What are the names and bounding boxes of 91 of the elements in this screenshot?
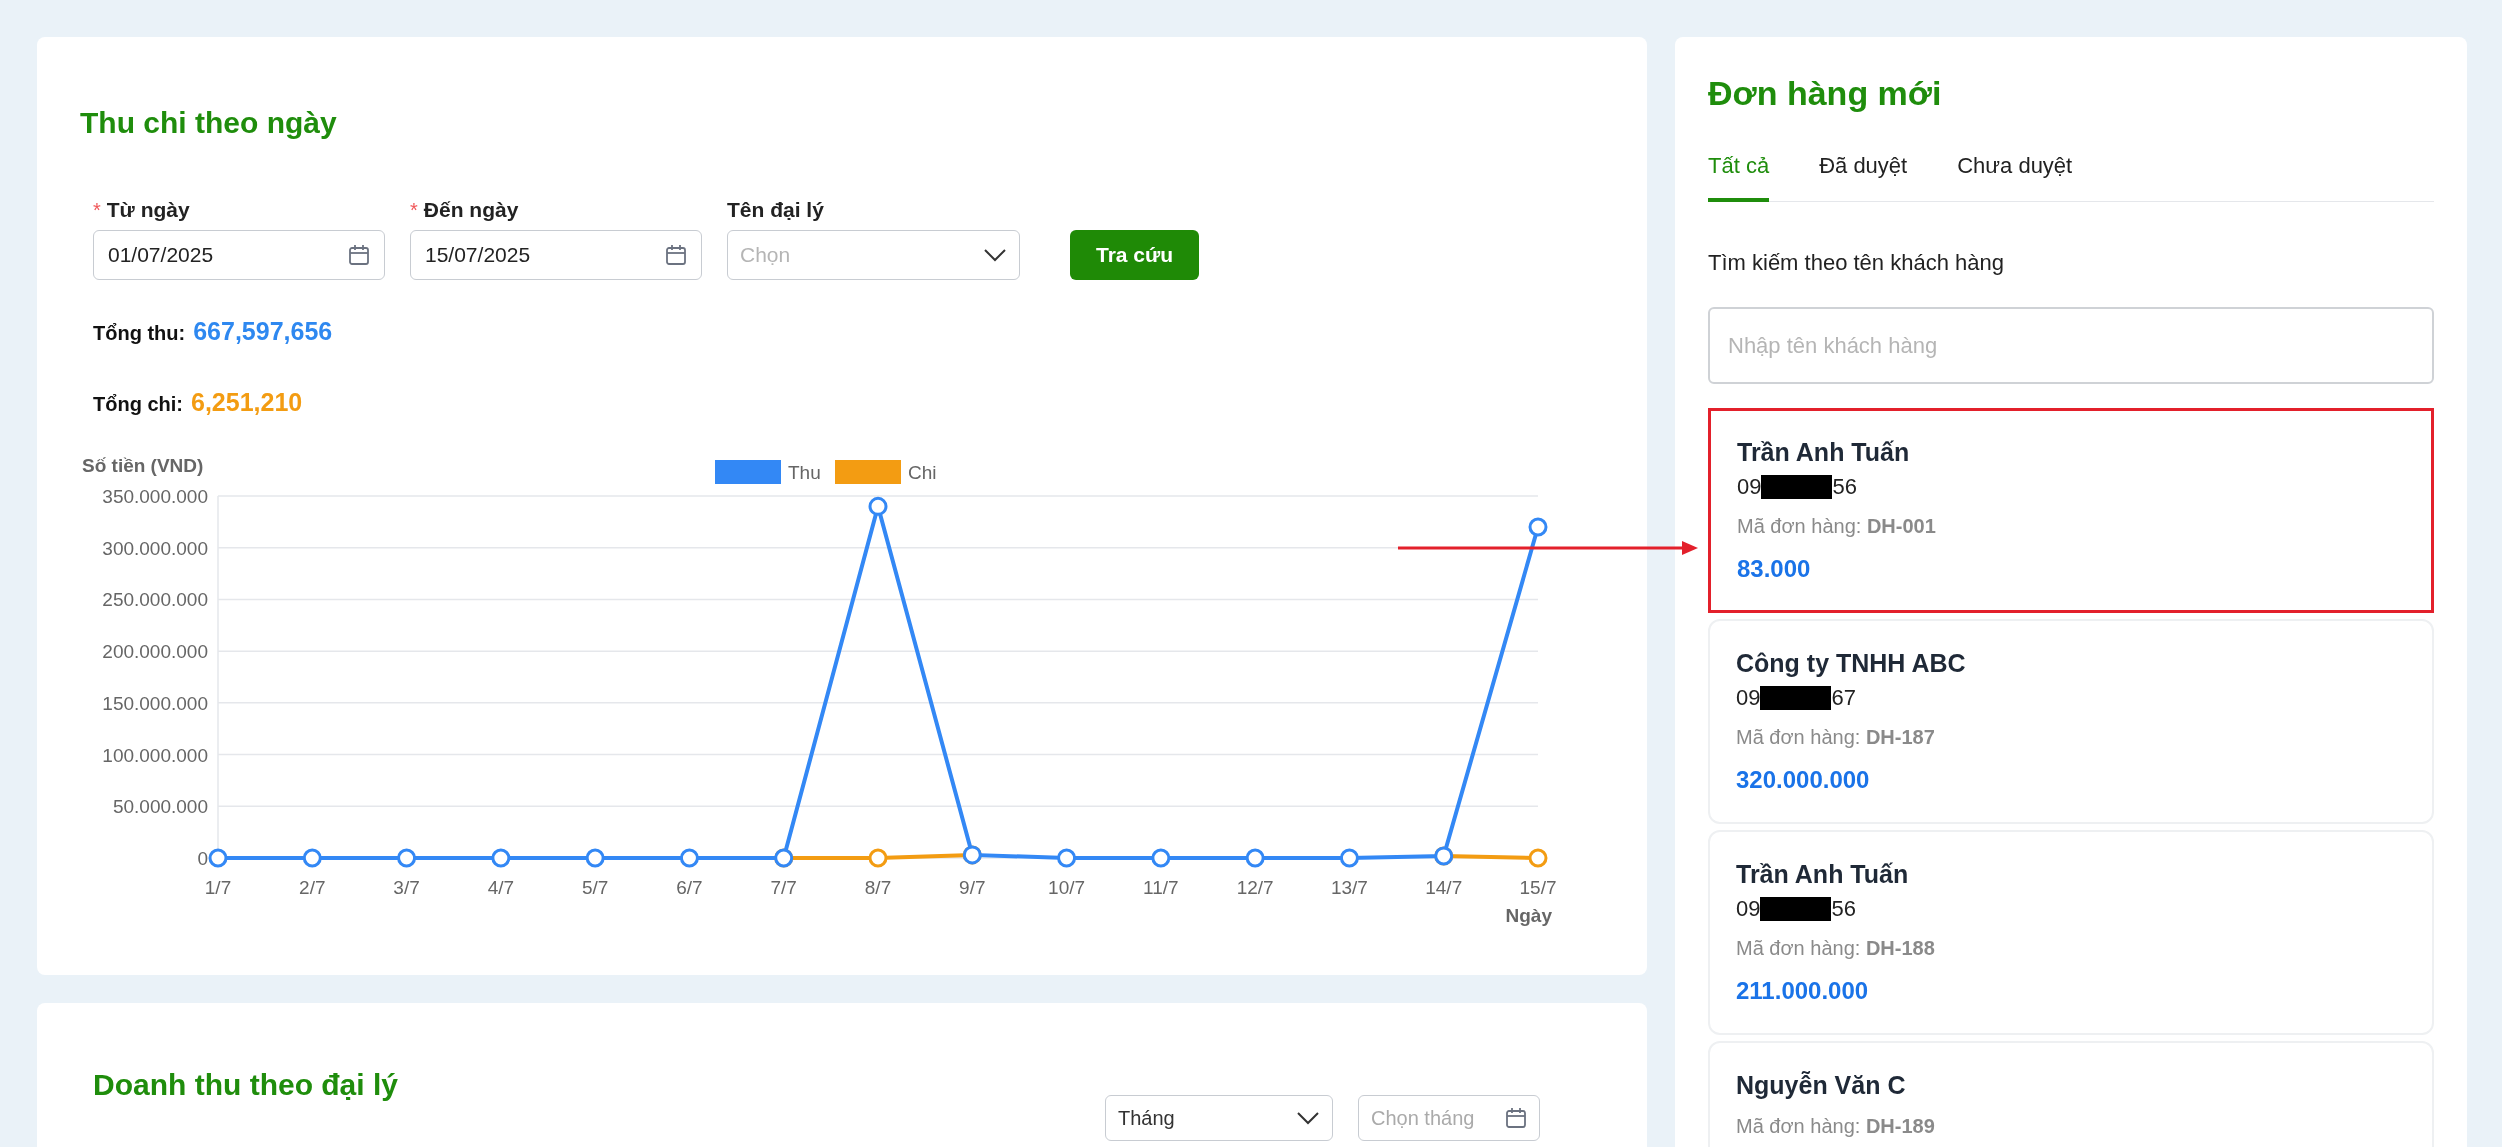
- order-card[interactable]: Trần Anh Tuấn 09 56 Mã đơn hàng: DH-188 211.000.000: [1708, 830, 2434, 1035]
- y-tick-label: 0: [197, 847, 208, 869]
- tab[interactable]: Tất cả: [1708, 149, 1770, 202]
- search-label: Tìm kiếm theo tên khách hàng: [1708, 249, 2004, 277]
- required-mark: *: [93, 197, 101, 223]
- y-tick-label: 200.000.000: [102, 640, 208, 662]
- calendar-icon: [348, 243, 370, 266]
- x-tick-label: 13/7: [1330, 876, 1368, 898]
- redaction-bar: [1761, 475, 1833, 499]
- data-point: [1151, 848, 1171, 867]
- legend-label: Thu: [788, 461, 821, 483]
- x-tick-label: 7/7: [770, 876, 797, 898]
- x-tick-label: 6/7: [676, 876, 703, 898]
- section-title: Doanh thu theo đại lý: [93, 1067, 398, 1103]
- order-code: Mã đơn hàng: DH-189: [1736, 1114, 1935, 1138]
- x-tick-label: 1/7: [204, 876, 232, 898]
- x-tick-label: 5/7: [581, 876, 609, 898]
- search-field[interactable]: Nhập tên khách hàng: [1708, 307, 2434, 384]
- calendar-icon: [665, 243, 687, 266]
- phone-text: 09: [1737, 474, 1762, 500]
- phone-text: 67: [1831, 685, 1856, 711]
- order-code: Mã đơn hàng: DH-188: [1736, 936, 1935, 960]
- y-tick-label: 50.000.000: [112, 795, 208, 817]
- data-point: [1057, 848, 1077, 867]
- tab[interactable]: Chưa duyệt: [1957, 149, 2073, 202]
- data-point: [1339, 848, 1359, 867]
- phone-text: 56: [1831, 896, 1856, 922]
- redaction-bar: [1760, 897, 1832, 921]
- data-point: [1245, 848, 1265, 867]
- data-point: [868, 848, 888, 867]
- order-amount: 83.000: [1737, 554, 1811, 584]
- field-label: Đến ngày: [423, 197, 519, 223]
- data-point: [491, 848, 511, 867]
- section-title: Thu chi theo ngày: [80, 105, 337, 141]
- data-point: [585, 848, 605, 867]
- search-button[interactable]: Tra cứu: [1070, 229, 1200, 280]
- order-code: Mã đơn hàng: DH-187: [1736, 725, 1935, 749]
- data-point: [1528, 848, 1548, 867]
- required-mark: *: [410, 197, 418, 223]
- customer-name: Trần Anh Tuấn: [1736, 859, 1909, 889]
- total-value: 667,597,656: [193, 315, 333, 347]
- x-tick-label: 2/7: [299, 876, 326, 898]
- order-card[interactable]: Công ty TNHH ABC 09 67 Mã đơn hàng: DH-187 320.000.000: [1708, 619, 2434, 824]
- data-point: [868, 496, 888, 516]
- data-point: [1528, 517, 1548, 537]
- x-tick-label: 4/7: [487, 876, 515, 898]
- data-point: [397, 848, 417, 867]
- order-amount: 320.000.000: [1736, 765, 1870, 795]
- data-point: [679, 848, 699, 867]
- y-tick-label: 300.000.000: [102, 537, 208, 559]
- tab[interactable]: Đã duyệt: [1819, 149, 1908, 202]
- order-card[interactable]: Nguyễn Văn C Mã đơn hàng: DH-189: [1708, 1041, 2434, 1147]
- customer-name: Công ty TNHH ABC: [1736, 648, 1966, 678]
- phone-text: 56: [1832, 474, 1857, 500]
- phone-text: 09: [1736, 896, 1761, 922]
- x-tick-label: 11/7: [1143, 876, 1179, 898]
- x-tick-label: 12/7: [1236, 876, 1274, 898]
- customer-name: Trần Anh Tuấn: [1737, 437, 1910, 467]
- period-select[interactable]: Tháng: [1105, 1095, 1333, 1141]
- y-tick-label: 350.000.000: [102, 485, 208, 507]
- field-label: Tên đại lý: [727, 197, 824, 223]
- x-tick-label: 3/7: [393, 876, 420, 898]
- panel-title: Đơn hàng mới: [1708, 73, 1942, 113]
- customer-name: Nguyễn Văn C: [1736, 1070, 1906, 1100]
- x-axis-title: Ngày: [1505, 904, 1552, 926]
- order-card[interactable]: Trần Anh Tuấn 09 56 Mã đơn hàng: DH-001 83.000: [1708, 408, 2434, 613]
- chevron-down-icon: [983, 247, 1007, 262]
- date-field[interactable]: 01/07/2025: [93, 229, 385, 280]
- field-label: Từ ngày: [106, 197, 190, 223]
- phone-text: 09: [1736, 685, 1761, 711]
- order-amount: 211.000.000: [1736, 976, 1869, 1006]
- x-tick-label: 15/7: [1519, 876, 1557, 898]
- y-axis-title: Số tiền (VND): [82, 454, 204, 476]
- date-field[interactable]: 15/07/2025: [410, 229, 702, 280]
- y-tick-label: 100.000.000: [102, 744, 208, 766]
- y-tick-label: 250.000.000: [102, 588, 208, 610]
- order-code: Mã đơn hàng: DH-001: [1737, 514, 1936, 538]
- data-point: [208, 848, 228, 867]
- x-tick-label: 14/7: [1425, 876, 1463, 898]
- legend-label: Chi: [908, 461, 937, 483]
- y-tick-label: 150.000.000: [102, 692, 208, 714]
- x-tick-label: 8/7: [864, 876, 892, 898]
- x-tick-label: 9/7: [959, 876, 986, 898]
- chevron-down-icon: [1296, 1111, 1320, 1125]
- total-label: Tổng chi:: [93, 392, 183, 417]
- redaction-bar: [1760, 686, 1832, 710]
- total-value: 6,251,210: [191, 387, 303, 418]
- data-point: [302, 848, 322, 867]
- total-label: Tổng thu:: [93, 320, 186, 346]
- calendar-icon: [1505, 1107, 1527, 1129]
- x-tick-label: 10/7: [1048, 876, 1086, 898]
